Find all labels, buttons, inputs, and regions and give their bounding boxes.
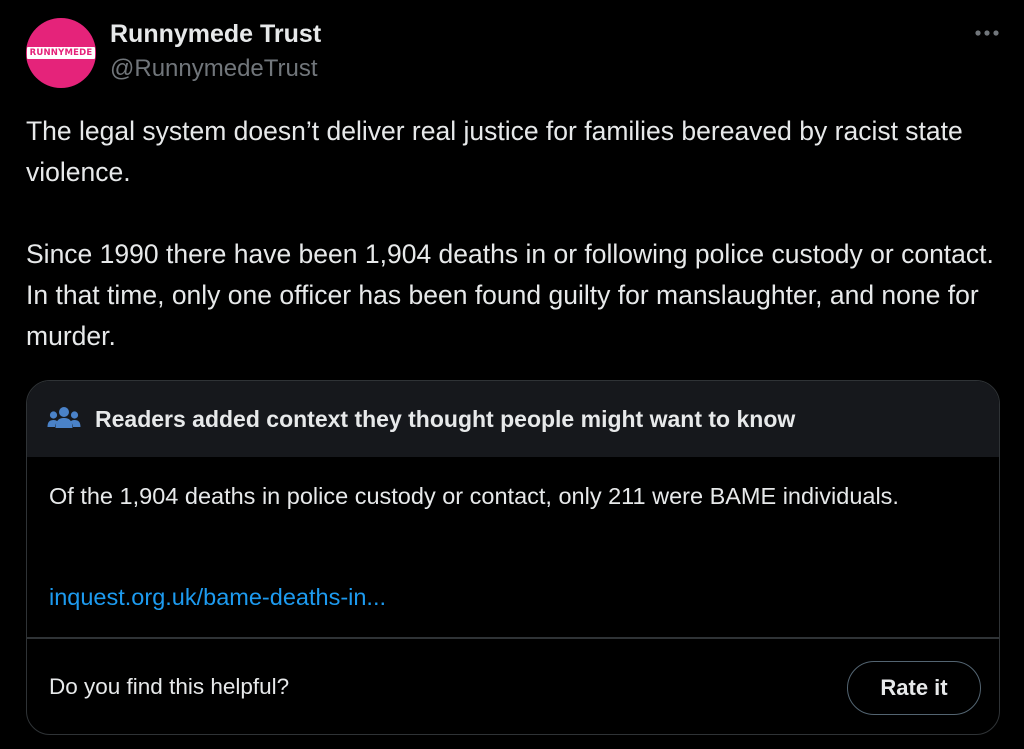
- community-note: Readers added context they thought peopl…: [26, 380, 1000, 735]
- avatar[interactable]: RUNNYMEDE: [26, 18, 96, 88]
- tweet-text: The legal system doesn’t deliver real ju…: [26, 111, 996, 357]
- tweet: RUNNYMEDE Runnymede Trust @RunnymedeTrus…: [0, 0, 1024, 749]
- author-display-name[interactable]: Runnymede Trust: [110, 20, 321, 49]
- tweet-paragraph: Since 1990 there have been 1,904 deaths …: [26, 239, 994, 351]
- more-horizontal-icon: [975, 30, 999, 36]
- people-icon: [47, 407, 81, 428]
- tweet-paragraph: The legal system doesn’t deliver real ju…: [26, 116, 963, 187]
- community-note-header: Readers added context they thought peopl…: [27, 381, 999, 457]
- more-options-button[interactable]: [968, 18, 1006, 48]
- community-note-link[interactable]: inquest.org.uk/bame-deaths-in...: [49, 584, 386, 611]
- author-handle[interactable]: @RunnymedeTrust: [110, 55, 318, 83]
- divider: [27, 637, 999, 639]
- avatar-logo-text: RUNNYMEDE: [26, 46, 96, 60]
- community-note-body: Of the 1,904 deaths in police custody or…: [49, 483, 899, 509]
- rate-it-button[interactable]: Rate it: [847, 661, 981, 715]
- helpful-question: Do you find this helpful?: [49, 674, 290, 699]
- community-note-title: Readers added context they thought peopl…: [95, 406, 796, 432]
